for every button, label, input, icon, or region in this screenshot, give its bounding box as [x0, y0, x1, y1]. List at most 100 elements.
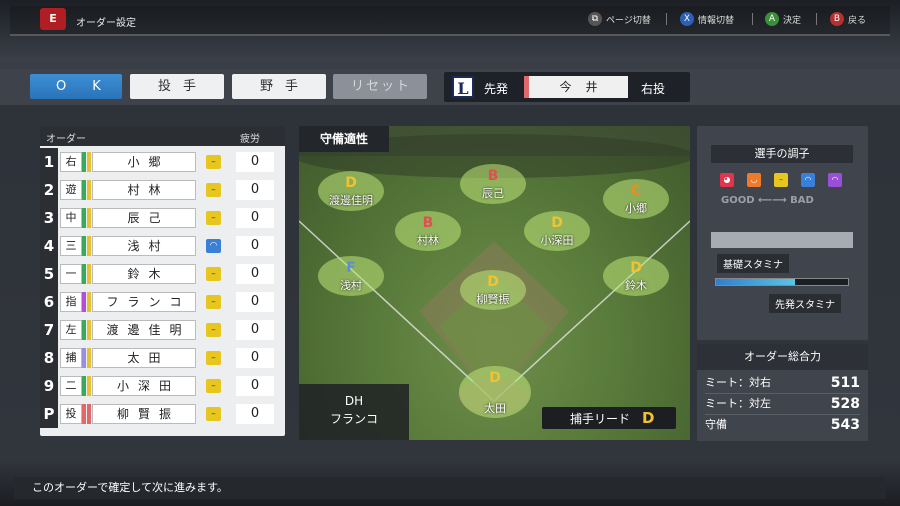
fatigue-value: 0 [236, 348, 274, 368]
player-name[interactable]: 村林 [92, 180, 196, 200]
total-row: ミート：対右 511 [705, 374, 860, 394]
defense-field: 守備適性 D 渡邊佳明 B 辰己 C 小郷 B 村林 D 小深田 F 浅村 D 柳賢振 D 鈴木 D 太田 DH … [299, 126, 690, 440]
catcher-lead-grade: D [642, 409, 655, 427]
fatigue-value: 0 [236, 376, 274, 396]
order-row[interactable]: 4 三浅村 ◠ 0 [40, 232, 285, 260]
ability-bar [82, 376, 86, 396]
hint-label: 情報切替 [698, 15, 735, 26]
help-message: このオーダーで確定して次に進みます。 [32, 481, 228, 494]
fielder-name: 浅村 [340, 279, 362, 292]
position-label: 二 [60, 376, 82, 396]
tab-row: OK 投手 野手 リセット L 先発 今井 右投 [0, 69, 900, 105]
position-label: 中 [60, 208, 82, 228]
player-name[interactable]: フランコ [92, 292, 196, 312]
batting-number: 7 [40, 316, 58, 344]
reset-button[interactable]: リセット [333, 74, 427, 99]
position-label: 右 [60, 152, 82, 172]
base-stamina-label: 基礎スタミナ [717, 254, 789, 273]
worst-condition-icon: ◠ [828, 173, 842, 187]
condition-icon: – [206, 323, 221, 337]
stamina-fill [716, 279, 796, 285]
screen-title: オーダー設定 [76, 18, 136, 29]
position-label: 三 [60, 236, 82, 256]
tab-pitcher[interactable]: 投手 [130, 74, 224, 99]
ability-bar [87, 152, 91, 172]
defense-grade: B [487, 168, 499, 184]
position-label: 遊 [60, 180, 82, 200]
dh-label: DH [344, 394, 364, 408]
player-name[interactable]: 小郷 [92, 152, 196, 172]
arrow-icon: ⟵⟶ [758, 195, 787, 206]
ability-bar [87, 236, 91, 256]
field-position[interactable]: D 渡邊佳明 [318, 171, 384, 211]
divider [666, 13, 667, 25]
order-row[interactable]: 2 遊村林 – 0 [40, 176, 285, 204]
order-total-panel: オーダー総合力 ミート：対右 511 ミート：対左 528 守備 543 [697, 344, 868, 441]
batting-number: 5 [40, 260, 58, 288]
total-row-label: ミート：対左 [705, 397, 771, 410]
tab-fielder[interactable]: 野手 [232, 74, 326, 99]
ability-bar [82, 320, 86, 340]
field-position[interactable]: D 柳賢振 [460, 270, 526, 310]
page-switch-icon: ⧉ [588, 12, 602, 26]
hint-back[interactable]: B 戻る [830, 12, 866, 26]
ok-button[interactable]: OK [30, 74, 122, 99]
hint-confirm[interactable]: A 決定 [765, 12, 801, 26]
fatigue-value: 0 [236, 292, 274, 312]
order-header: オーダー 疲労 [40, 126, 285, 146]
order-row[interactable]: 6 指フランコ – 0 [40, 288, 285, 316]
order-screen: E オーダー設定 ⧉ ページ切替 X 情報切替 A 決定 B 戻る OK 投手 野手 リ… [0, 0, 900, 506]
ability-bar [82, 236, 86, 256]
player-name[interactable]: 柳賢振 [92, 404, 196, 424]
fatigue-value: 0 [236, 208, 274, 228]
order-row[interactable]: 9 二小深田 – 0 [40, 372, 285, 400]
player-name[interactable]: 浅村 [92, 236, 196, 256]
fielder-name: 小深田 [540, 234, 574, 247]
hint-info-switch[interactable]: X 情報切替 [680, 12, 734, 26]
batting-number: 2 [40, 176, 58, 204]
order-row[interactable]: 1 右小郷 – 0 [40, 148, 285, 176]
order-row[interactable]: 7 左渡邊佳明 – 0 [40, 316, 285, 344]
defense-grade: D [551, 215, 563, 231]
player-name[interactable]: 辰己 [92, 208, 196, 228]
fielder-name: 村林 [417, 234, 439, 247]
starter-name[interactable]: 今井 [524, 76, 628, 98]
lions-logo-icon: L [452, 76, 474, 98]
fatigue-header-label: 疲労 [240, 134, 260, 145]
order-row[interactable]: 8 捕太田 – 0 [40, 344, 285, 372]
ability-bar [87, 404, 91, 424]
order-row[interactable]: P 投柳賢振 – 0 [40, 400, 285, 428]
defense-grade: D [630, 260, 642, 276]
field-position[interactable]: C 小郷 [603, 179, 669, 219]
field-position[interactable]: B 辰己 [460, 164, 526, 204]
field-position[interactable]: D 鈴木 [603, 256, 669, 296]
hint-label: 戻る [848, 15, 867, 26]
fatigue-value: 0 [236, 320, 274, 340]
field-position[interactable]: D 小深田 [524, 211, 590, 251]
team-logo-icon: E [40, 8, 66, 30]
fatigue-value: 0 [236, 236, 274, 256]
player-name[interactable]: 太田 [92, 348, 196, 368]
ability-bar [87, 292, 91, 312]
batting-number: 1 [40, 148, 58, 176]
hint-label: 決定 [783, 15, 802, 26]
field-position[interactable]: B 村林 [395, 211, 461, 251]
fielder-name: 小郷 [625, 202, 647, 215]
order-row[interactable]: 5 一鈴木 – 0 [40, 260, 285, 288]
defense-grade: F [346, 260, 356, 276]
fielder-name: 辰己 [482, 187, 504, 200]
order-row[interactable]: 3 中辰己 – 0 [40, 204, 285, 232]
batting-number: P [40, 400, 58, 428]
player-name[interactable]: 鈴木 [92, 264, 196, 284]
batting-number: 6 [40, 288, 58, 316]
order-header-label: オーダー [46, 134, 86, 145]
player-name[interactable]: 小深田 [92, 376, 196, 396]
field-position[interactable]: F 浅村 [318, 256, 384, 296]
defense-grade: D [345, 175, 357, 191]
hint-page-switch[interactable]: ⧉ ページ切替 [588, 12, 651, 26]
player-name[interactable]: 渡邊佳明 [92, 320, 196, 340]
position-label: 捕 [60, 348, 82, 368]
ability-bar [82, 404, 86, 424]
field-position[interactable]: D 太田 [459, 366, 531, 418]
order-total-title: オーダー総合力 [697, 344, 868, 370]
